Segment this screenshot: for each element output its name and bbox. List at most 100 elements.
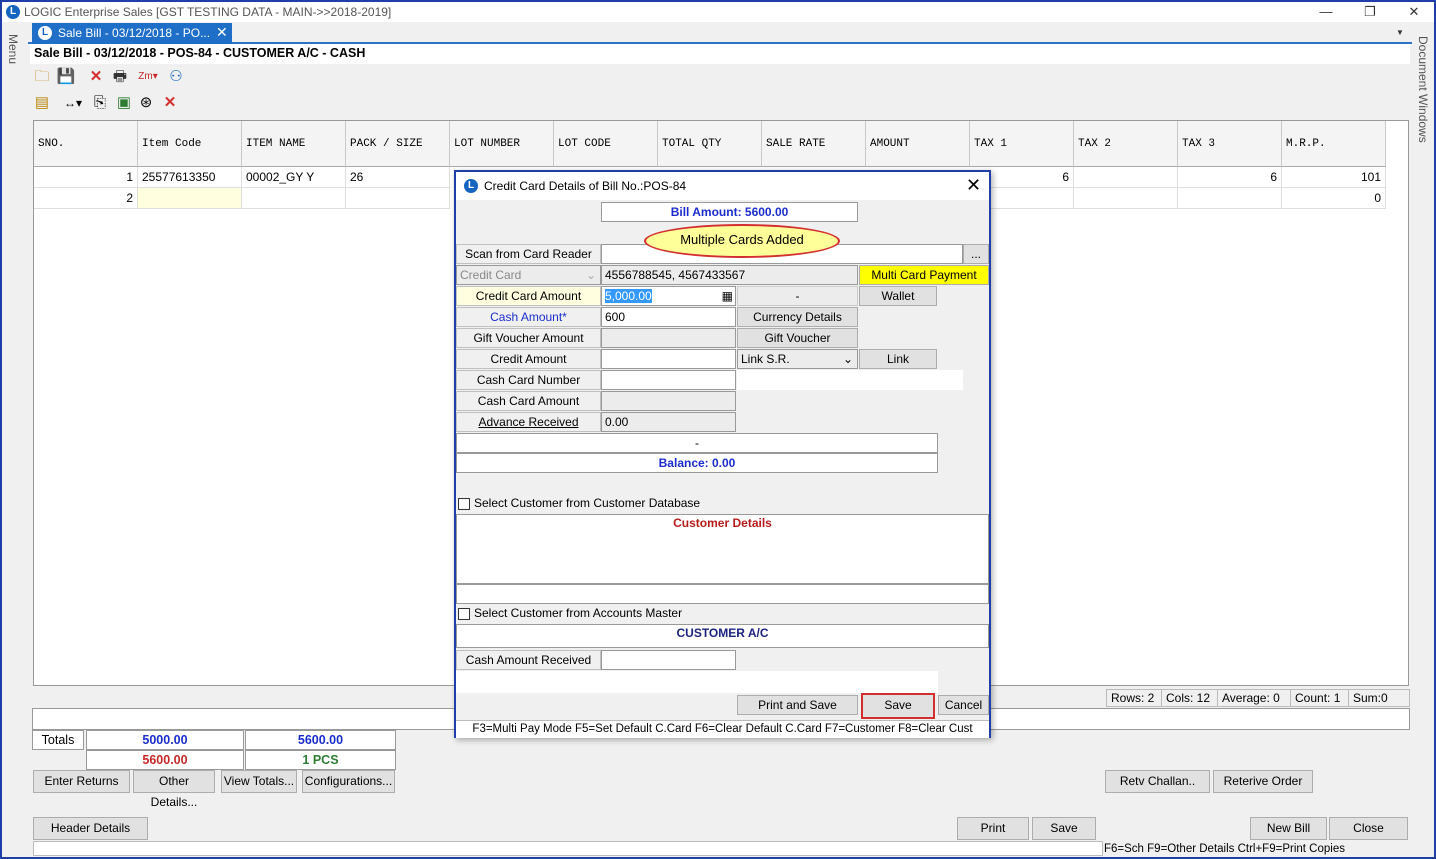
cash-card-number-input[interactable] (601, 370, 736, 390)
cell-pack-size[interactable]: 26 (346, 167, 450, 188)
select-accounts-checkbox[interactable] (458, 608, 470, 620)
column-header[interactable]: LOT NUMBER (450, 121, 554, 167)
calculator-icon[interactable]: ▦ (722, 288, 733, 304)
column-header[interactable]: PACK / SIZE (346, 121, 450, 167)
column-header[interactable]: ITEM NAME (242, 121, 346, 167)
notes-icon[interactable]: ▤ (32, 93, 52, 113)
status-sum: Sum:0 (1348, 689, 1410, 707)
clear-icon[interactable]: ✕ (160, 93, 180, 113)
excel-icon[interactable]: ▣ (114, 93, 134, 113)
wallet-button[interactable]: Wallet (859, 286, 937, 306)
column-header[interactable]: TAX 1 (970, 121, 1074, 167)
retrieve-order-button[interactable]: Reterive Order (1213, 770, 1313, 793)
column-header[interactable]: TAX 3 (1178, 121, 1282, 167)
link-sr-select[interactable]: Link S.R. ⌄ (737, 349, 858, 369)
card-numbers-field[interactable]: 4556788545, 4567433567 (601, 265, 858, 285)
currency-details-button[interactable]: Currency Details (737, 307, 858, 327)
cash-amount-input[interactable]: 600 (601, 307, 736, 327)
gift-voucher-amount-input[interactable] (601, 328, 736, 348)
column-header[interactable]: LOT CODE (554, 121, 658, 167)
tab-close-icon[interactable]: ✕ (216, 24, 228, 41)
cell-tax2[interactable] (1074, 188, 1178, 209)
maximize-button[interactable]: ❐ (1348, 2, 1392, 22)
column-width-icon[interactable]: ↔▾ (60, 93, 86, 113)
title-bar: L LOGIC Enterprise Sales [GST TESTING DA… (2, 2, 1434, 22)
close-bill-button[interactable]: Close (1329, 817, 1408, 840)
print-and-save-button[interactable]: Print and Save (737, 695, 858, 715)
credit-amount-input[interactable] (601, 349, 736, 369)
total-amount-2: 5600.00 (245, 730, 396, 750)
total-quantity: 1 PCS (245, 750, 396, 770)
document-windows-panel[interactable]: Document Windows (1412, 22, 1434, 852)
separator-dash: - (456, 433, 938, 453)
new-folder-icon[interactable]: 🗀 (32, 67, 52, 87)
cell-sno[interactable]: 1 (34, 167, 138, 188)
scan-browse-button[interactable]: ... (963, 244, 989, 264)
close-window-button[interactable]: ✕ (1392, 2, 1436, 22)
new-bill-button[interactable]: New Bill (1250, 817, 1327, 840)
menu-panel[interactable]: Menu (2, 22, 26, 852)
shortcut-hint: F6=Sch F9=Other Details Ctrl+F9=Print Co… (1104, 843, 1345, 855)
cell-item-name[interactable] (242, 188, 346, 209)
customer-extra-field[interactable] (456, 584, 989, 604)
binoculars-icon[interactable]: ⊛ (136, 93, 156, 113)
users-icon[interactable]: ⚇ (166, 67, 186, 87)
select-customer-db-label[interactable]: Select Customer from Customer Database (474, 496, 700, 510)
menu-label[interactable]: Menu (6, 34, 20, 64)
cell-tax3[interactable] (1178, 188, 1282, 209)
customer-ac-field: CUSTOMER A/C (456, 624, 989, 648)
document-windows-label[interactable]: Document Windows (1416, 36, 1430, 143)
column-header[interactable]: SNO. (34, 121, 138, 167)
tab-sale-bill[interactable]: L Sale Bill - 03/12/2018 - PO... ✕ (32, 23, 232, 44)
enter-returns-button[interactable]: Enter Returns (33, 770, 130, 793)
dialog-save-button[interactable]: Save (861, 693, 935, 719)
cash-received-input[interactable] (601, 650, 736, 670)
tab-dropdown-icon[interactable]: ▼ (1396, 28, 1404, 37)
cell-mrp[interactable]: 101 (1282, 167, 1386, 188)
gift-voucher-button[interactable]: Gift Voucher (737, 328, 858, 348)
cell-pack-size[interactable] (346, 188, 450, 209)
cell-item-code[interactable]: 25577613350 (138, 167, 242, 188)
card-type-value: Credit Card (460, 268, 522, 282)
other-details-button[interactable]: Other Details... (133, 770, 215, 809)
link-button[interactable]: Link (859, 349, 937, 369)
configurations-button[interactable]: Configurations... (302, 770, 395, 793)
cell-sno[interactable]: 2 (34, 188, 138, 209)
copy-icon[interactable]: ⎘ (90, 93, 110, 113)
view-totals-button[interactable]: View Totals... (221, 770, 297, 793)
cell-item-name[interactable]: 00002_GY Y (242, 167, 346, 188)
cash-card-amount-input[interactable] (601, 391, 736, 411)
column-header[interactable]: SALE RATE (762, 121, 866, 167)
cell-mrp[interactable]: 0 (1282, 188, 1386, 209)
header-details-button[interactable]: Header Details (33, 817, 148, 840)
cell-tax3[interactable]: 6 (1178, 167, 1282, 188)
app-logo-icon: L (6, 5, 20, 19)
select-customer-db-checkbox[interactable] (458, 498, 470, 510)
credit-card-amount-value: 5,000.00 (605, 289, 652, 303)
select-accounts-label[interactable]: Select Customer from Accounts Master (474, 606, 682, 620)
card-type-select[interactable]: Credit Card ⌄ (456, 265, 601, 285)
save-bill-button[interactable]: Save (1032, 817, 1096, 840)
advance-received-label[interactable]: Advance Received (456, 412, 601, 432)
multi-card-payment-button[interactable]: Multi Card Payment (859, 265, 989, 285)
column-header[interactable]: TAX 2 (1074, 121, 1178, 167)
dialog-close-icon[interactable]: ✕ (966, 175, 981, 196)
print-button[interactable]: Print (957, 817, 1029, 840)
retv-challan-button[interactable]: Retv Challan.. (1105, 770, 1210, 793)
column-header[interactable]: AMOUNT (866, 121, 970, 167)
save-icon[interactable]: 💾 (56, 67, 76, 87)
minimize-button[interactable]: — (1304, 2, 1348, 22)
totals-label: Totals (32, 730, 84, 750)
printer-icon[interactable]: 🖶 (110, 67, 130, 87)
dialog-cancel-button[interactable]: Cancel (938, 695, 989, 715)
column-header[interactable]: M.R.P. (1282, 121, 1386, 167)
delete-icon[interactable]: ✕ (86, 67, 106, 87)
cell-tax2[interactable] (1074, 167, 1178, 188)
zoom-icon[interactable]: Zm▾ (134, 67, 162, 87)
status-count: Count: 1 (1290, 689, 1349, 707)
column-header[interactable]: TOTAL QTY (658, 121, 762, 167)
cell-item-code[interactable] (138, 188, 242, 209)
tab-strip: L Sale Bill - 03/12/2018 - PO... ✕ (28, 22, 1412, 44)
column-header[interactable]: Item Code (138, 121, 242, 167)
credit-card-amount-input[interactable]: 5,000.00 ▦ (601, 286, 736, 306)
